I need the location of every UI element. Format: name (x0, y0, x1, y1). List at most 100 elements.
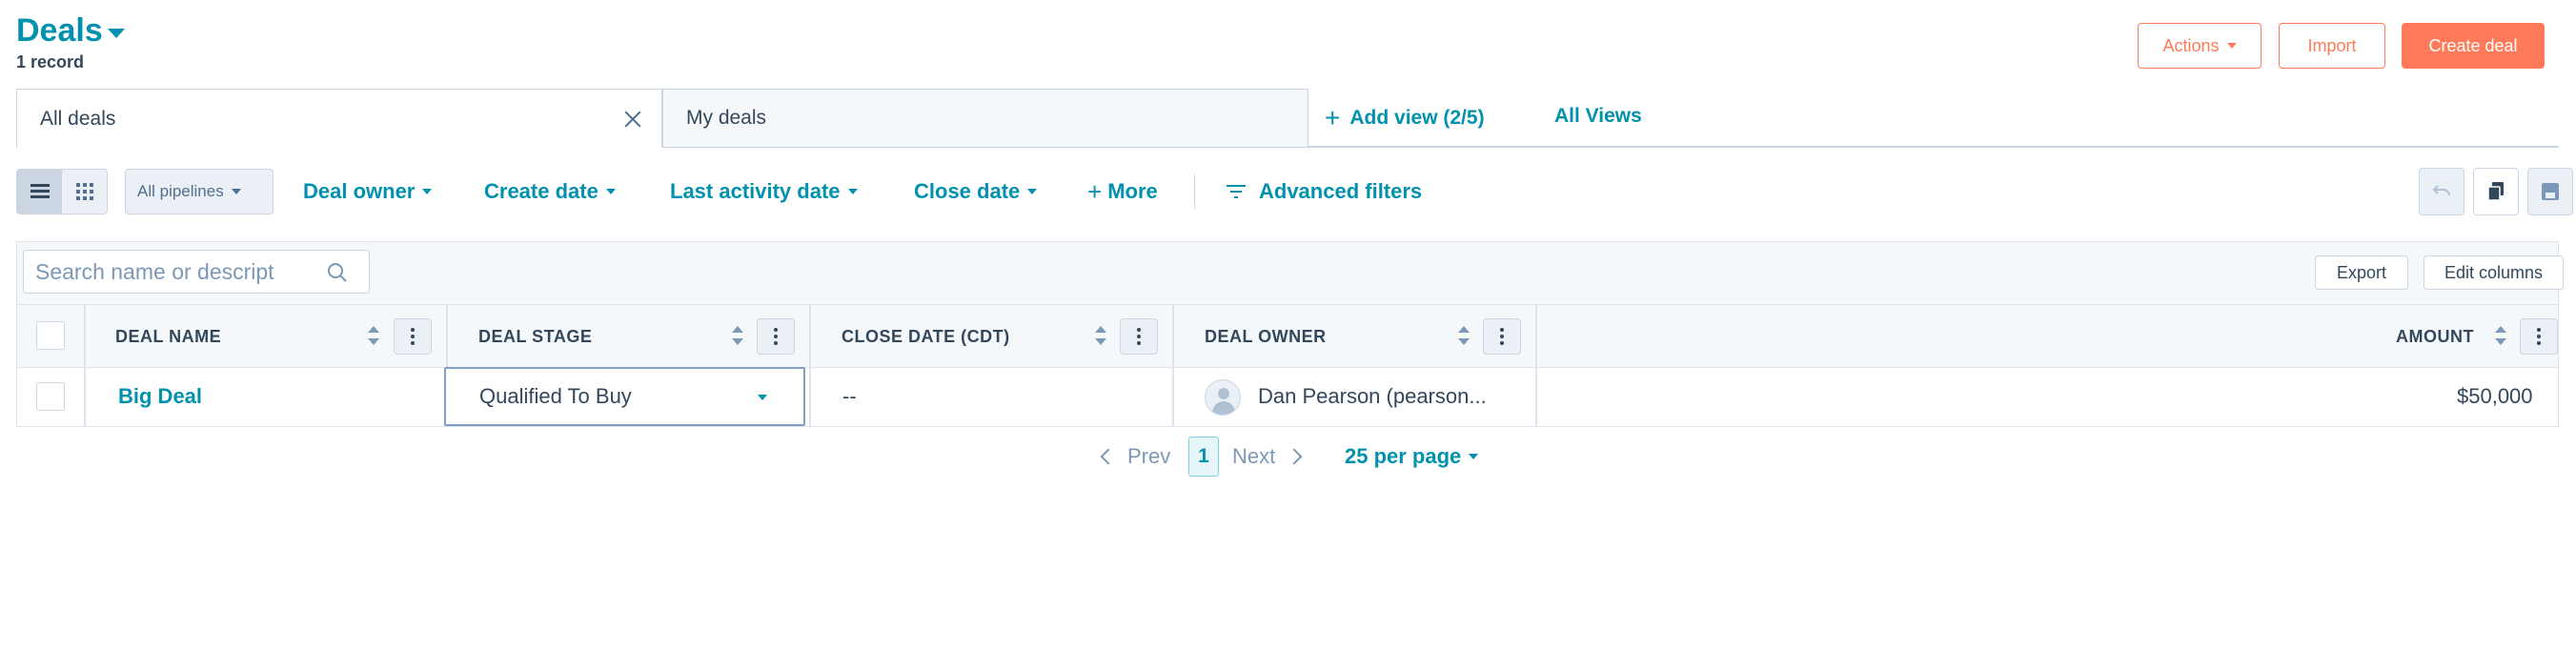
chevron-down-icon (1469, 454, 1479, 459)
prev-page-button[interactable]: Prev (1100, 444, 1170, 469)
chevron-down-icon (1027, 189, 1038, 194)
chevron-down-icon (107, 28, 125, 38)
deal-owner-label: Deal owner (303, 179, 416, 203)
actions-label: Actions (2162, 35, 2220, 55)
page-title[interactable]: Deals (16, 12, 103, 50)
edit-columns-button[interactable]: Edit columns (2424, 255, 2564, 290)
filter-icon (1227, 185, 1246, 198)
tab-my-deals[interactable]: My deals (662, 89, 1308, 147)
record-count: 1 record (16, 52, 85, 71)
last-activity-date-filter[interactable]: Last activity date (670, 179, 858, 204)
chevron-down-icon (847, 189, 858, 194)
tab-label: My deals (686, 107, 767, 129)
sort-icon[interactable] (2495, 324, 2506, 347)
create-date-filter[interactable]: Create date (484, 179, 616, 204)
undo-button[interactable] (2419, 168, 2464, 215)
undo-icon (2432, 185, 2450, 196)
copy-icon (2487, 182, 2504, 201)
more-label: More (1107, 179, 1158, 203)
table-header: DEAL NAME DEAL STAGE CLOSE DATE (CDT) DE… (16, 304, 2559, 368)
chevron-down-icon (758, 395, 767, 400)
column-divider (1535, 305, 1537, 367)
column-divider (1172, 368, 1174, 426)
column-menu-button[interactable] (1483, 318, 1521, 355)
chevron-right-icon (1286, 448, 1303, 465)
last-activity-label: Last activity date (670, 179, 841, 203)
chevron-left-icon (1100, 448, 1117, 465)
board-view-button[interactable] (62, 170, 107, 214)
add-view-button[interactable]: + Add view (2/5) (1325, 105, 1485, 132)
grid-icon (75, 183, 93, 200)
column-divider (809, 368, 811, 426)
deal-stage-select[interactable]: Qualified To Buy (444, 367, 805, 426)
plus-icon: + (1325, 103, 1341, 132)
column-divider (84, 368, 86, 426)
close-icon[interactable] (623, 109, 642, 128)
column-header-deal-name[interactable]: DEAL NAME (115, 327, 221, 347)
sort-icon[interactable] (368, 324, 379, 347)
all-views-link[interactable]: All Views (1554, 105, 1642, 128)
search-placeholder: Search name or descript (35, 258, 274, 284)
column-divider (446, 305, 448, 367)
create-date-label: Create date (484, 179, 598, 203)
column-divider (1172, 305, 1174, 367)
column-divider (84, 305, 86, 367)
pipelines-label: All pipelines (137, 182, 224, 200)
plus-icon: + (1087, 177, 1103, 206)
save-icon (2542, 183, 2559, 200)
column-header-amount[interactable]: AMOUNT (2396, 327, 2474, 347)
clone-view-button[interactable] (2473, 168, 2519, 215)
close-date-label: Close date (914, 179, 1021, 203)
export-button[interactable]: Export (2315, 255, 2408, 290)
tab-all-deals[interactable]: All deals (16, 89, 662, 148)
chevron-down-icon (2226, 43, 2237, 49)
row-checkbox[interactable] (36, 382, 65, 411)
column-divider (809, 305, 811, 367)
deal-name-link[interactable]: Big Deal (118, 384, 202, 409)
page-number-button[interactable]: 1 (1188, 437, 1219, 477)
pipelines-select[interactable]: All pipelines (125, 169, 274, 214)
deal-owner-filter[interactable]: Deal owner (303, 179, 433, 204)
advanced-filters-label: Advanced filters (1259, 179, 1423, 203)
column-menu-button[interactable] (394, 318, 432, 355)
chevron-down-icon (231, 189, 241, 194)
search-icon (328, 263, 347, 282)
column-menu-button[interactable] (757, 318, 795, 355)
table-toolbar (16, 241, 2559, 304)
deal-owner-value: Dan Pearson (pearson... (1258, 384, 1487, 408)
import-button[interactable]: Import (2279, 23, 2385, 69)
more-filters-button[interactable]: + More (1087, 179, 1158, 204)
column-header-deal-owner[interactable]: DEAL OWNER (1205, 327, 1327, 347)
search-input[interactable]: Search name or descript (23, 250, 370, 294)
view-toggle[interactable] (16, 169, 108, 214)
column-header-close-date[interactable]: CLOSE DATE (CDT) (842, 327, 1010, 347)
list-view-button[interactable] (17, 170, 62, 214)
filter-divider (1194, 174, 1195, 209)
actions-button[interactable]: Actions (2138, 23, 2262, 69)
list-icon (30, 184, 50, 198)
advanced-filters-button[interactable]: Advanced filters (1227, 179, 1422, 204)
per-page-select[interactable]: 25 per page (1345, 444, 1479, 469)
page-title-dropdown[interactable]: Deals (16, 12, 125, 50)
tab-label: All deals (40, 107, 116, 130)
column-menu-button[interactable] (2520, 318, 2558, 355)
next-page-button[interactable]: Next (1232, 444, 1303, 469)
sort-icon[interactable] (1458, 324, 1470, 347)
sort-icon[interactable] (1095, 324, 1106, 347)
column-header-deal-stage[interactable]: DEAL STAGE (478, 327, 592, 347)
sort-icon[interactable] (732, 324, 743, 347)
column-menu-button[interactable] (1120, 318, 1158, 355)
close-date-filter[interactable]: Close date (914, 179, 1038, 204)
avatar (1205, 379, 1241, 416)
add-view-label: Add view (2/5) (1349, 107, 1485, 129)
chevron-down-icon (605, 189, 616, 194)
create-deal-button[interactable]: Create deal (2402, 23, 2545, 69)
save-view-button[interactable] (2527, 168, 2573, 215)
table-row: Big Deal Qualified To Buy -- Dan Pearson… (16, 367, 2559, 427)
select-all-checkbox[interactable] (36, 321, 65, 350)
close-date-value: -- (842, 384, 857, 408)
per-page-label: 25 per page (1345, 444, 1462, 468)
column-divider (1535, 368, 1537, 426)
chevron-down-icon (422, 189, 433, 194)
next-label: Next (1232, 444, 1276, 468)
